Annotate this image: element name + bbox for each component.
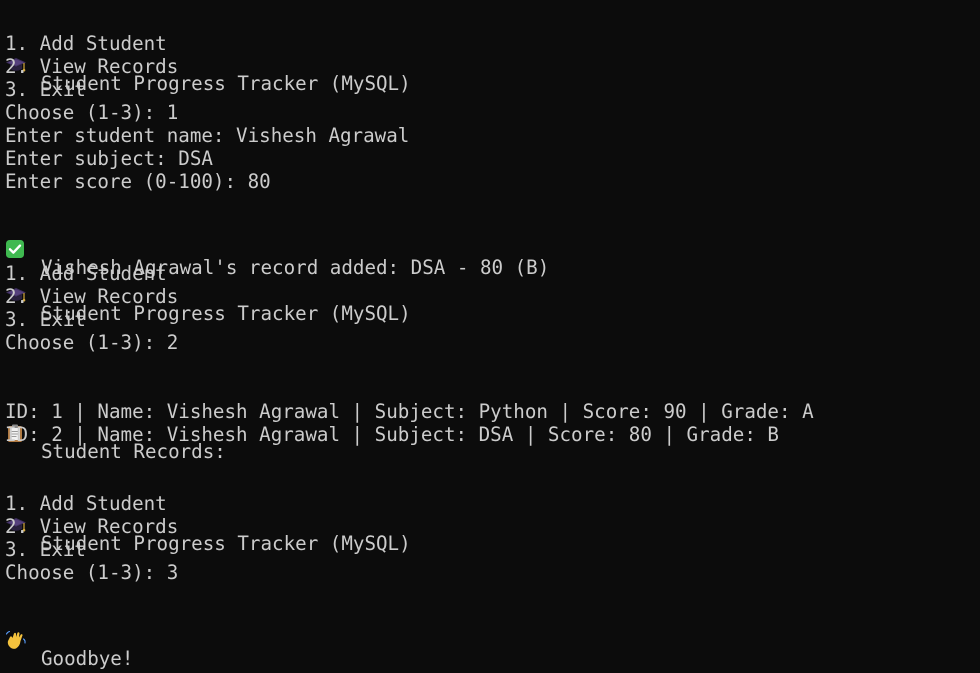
line-text: 3. Exit xyxy=(5,308,86,331)
terminal-line: 2. View Records xyxy=(5,55,980,78)
line-text: Choose (1-3): 3 xyxy=(5,561,179,584)
graduation-cap-icon xyxy=(5,239,29,302)
terminal-line: Enter score (0-100): 80 xyxy=(5,170,980,193)
line-text: 1. Add Student xyxy=(5,32,167,55)
terminal-line: Choose (1-3): 3 xyxy=(5,561,980,584)
terminal-line: Enter student name: Vishesh Agrawal xyxy=(5,124,980,147)
terminal-line: Choose (1-3): 2 xyxy=(5,331,980,354)
line-text: 2. View Records xyxy=(5,55,179,78)
terminal-line: 1. Add Student xyxy=(5,32,980,55)
line-text: Choose (1-3): 2 xyxy=(5,331,179,354)
line-text: 1. Add Student xyxy=(5,492,167,515)
graduation-cap-icon xyxy=(5,9,29,72)
terminal-line: Choose (1-3): 1 xyxy=(5,101,980,124)
graduation-cap-icon xyxy=(5,469,29,532)
clipboard-icon xyxy=(5,377,29,442)
line-text: Enter subject: DSA xyxy=(5,147,213,170)
terminal-line: Vishesh Agrawal's record added: DSA - 80… xyxy=(5,193,980,279)
terminal-line: ID: 2 | Name: Vishesh Agrawal | Subject:… xyxy=(5,423,980,446)
line-text: 3. Exit xyxy=(5,538,86,561)
line-text: 1. Add Student xyxy=(5,262,167,285)
terminal-line: Student Progress Tracker (MySQL) xyxy=(5,469,980,555)
terminal-line: Student Records: xyxy=(5,377,980,463)
terminal-line: Goodbye! xyxy=(5,584,980,670)
line-text: 2. View Records xyxy=(5,285,179,308)
line-text: ID: 2 | Name: Vishesh Agrawal | Subject:… xyxy=(5,423,779,446)
waving-hand-icon xyxy=(5,584,29,649)
terminal-line: ID: 1 | Name: Vishesh Agrawal | Subject:… xyxy=(5,400,980,423)
terminal-line: 2. View Records xyxy=(5,515,980,538)
line-text: ID: 1 | Name: Vishesh Agrawal | Subject:… xyxy=(5,400,814,423)
line-text: Enter student name: Vishesh Agrawal xyxy=(5,124,410,147)
terminal-line: 1. Add Student xyxy=(5,492,980,515)
terminal-output: Student Progress Tracker (MySQL) 1. Add S… xyxy=(0,0,980,670)
terminal-line: 2. View Records xyxy=(5,285,980,308)
terminal-line: Student Progress Tracker (MySQL) xyxy=(5,9,980,95)
line-text: Choose (1-3): 1 xyxy=(5,101,179,124)
line-text: Goodbye! xyxy=(41,647,134,670)
check-mark-icon xyxy=(5,193,29,258)
line-text: 2. View Records xyxy=(5,515,179,538)
line-text: 3. Exit xyxy=(5,78,86,101)
line-text: Enter score (0-100): 80 xyxy=(5,170,271,193)
terminal-line: Enter subject: DSA xyxy=(5,147,980,170)
